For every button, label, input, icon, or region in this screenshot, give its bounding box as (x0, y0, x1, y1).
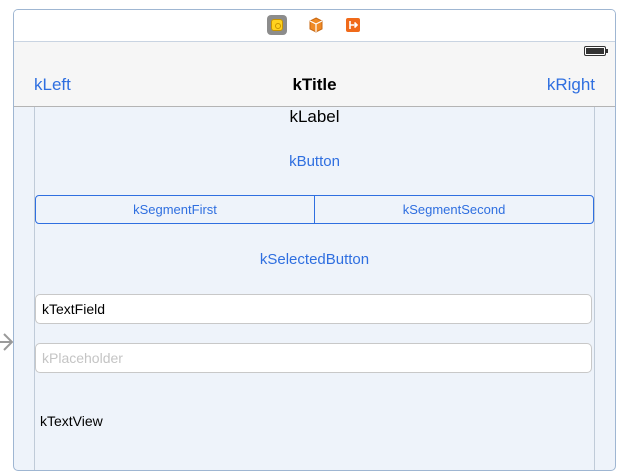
entry-point-arrow-icon (0, 333, 13, 351)
first-responder-icon[interactable] (306, 15, 326, 35)
text-field[interactable]: kTextField (35, 294, 592, 324)
navigation-bar: kLeft kTitle kRight (14, 62, 615, 107)
exit-icon[interactable] (343, 15, 363, 35)
segment-second[interactable]: kSegmentSecond (314, 196, 593, 223)
nav-right-button[interactable]: kRight (547, 75, 595, 95)
placeholder-text-field[interactable]: kPlaceholder (35, 343, 592, 373)
nav-title: kTitle (292, 75, 337, 94)
button[interactable]: kButton (35, 153, 594, 170)
segmented-control[interactable]: kSegmentFirst kSegmentSecond (35, 195, 594, 224)
battery-icon (584, 46, 608, 56)
scene-dock (14, 10, 615, 42)
selected-button[interactable]: kSelectedButton (35, 251, 594, 268)
text-view[interactable]: kTextView (40, 413, 103, 429)
label: kLabel (289, 107, 340, 126)
segment-first[interactable]: kSegmentFirst (36, 196, 314, 223)
status-bar (14, 42, 615, 62)
view-controller-icon[interactable] (267, 15, 287, 35)
storyboard-scene[interactable]: kLeft kTitle kRight kLabel kButton kSegm… (13, 9, 616, 471)
content-view: kLabel kButton kSegmentFirst kSegmentSec… (34, 107, 595, 470)
